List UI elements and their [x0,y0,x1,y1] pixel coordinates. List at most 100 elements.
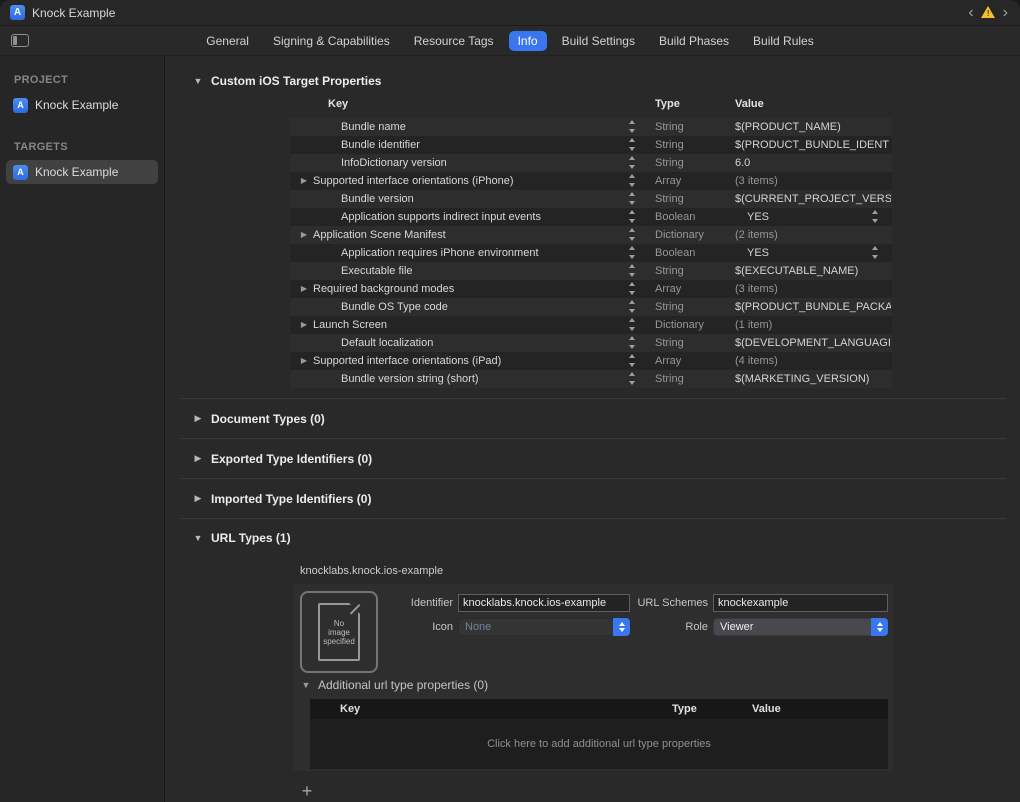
property-key[interactable]: Supported interface orientations (iPad) [313,352,501,370]
property-key[interactable]: Bundle version [341,190,414,208]
disclosure-closed-icon[interactable]: ▶ [299,172,309,190]
sidebar-item-project[interactable]: A Knock Example [6,93,158,117]
additional-properties-header[interactable]: ▼ Additional url type properties (0) [301,678,488,692]
property-value[interactable]: $(DEVELOPMENT_LANGUAGI [735,334,891,352]
property-key[interactable]: InfoDictionary version [341,154,447,172]
property-key[interactable]: Application supports indirect input even… [341,208,541,226]
property-key[interactable]: Bundle version string (short) [341,370,479,388]
property-value[interactable]: (2 items) [735,226,891,244]
section-document-types[interactable]: ▶ Document Types (0) [165,399,1020,438]
key-stepper-icon[interactable] [628,228,637,241]
property-key[interactable]: Default localization [341,334,433,352]
url-schemes-input[interactable] [713,594,888,612]
table-row[interactable]: Bundle version String $(CURRENT_PROJECT_… [290,190,892,208]
key-stepper-icon[interactable] [628,246,637,259]
forward-chevron-icon[interactable]: › [1003,6,1008,20]
property-type[interactable]: String [655,154,684,172]
tab-general[interactable]: General [197,31,258,51]
table-row[interactable]: Bundle OS Type code String $(PRODUCT_BUN… [290,298,892,316]
property-value[interactable]: $(PRODUCT_NAME) [735,118,891,136]
disclosure-open-icon[interactable]: ▼ [193,533,203,543]
property-value[interactable]: (1 item) [735,316,891,334]
table-row[interactable]: Bundle identifier String $(PRODUCT_BUNDL… [290,136,892,154]
section-imported-type-identifiers[interactable]: ▶ Imported Type Identifiers (0) [165,479,1020,518]
key-stepper-icon[interactable] [628,264,637,277]
property-value[interactable]: (3 items) [735,280,891,298]
property-key[interactable]: Application requires iPhone environment [341,244,539,262]
table-row[interactable]: ▶ Required background modes Array (3 ite… [290,280,892,298]
property-type[interactable]: String [655,298,684,316]
property-value[interactable]: $(MARKETING_VERSION) [735,370,891,388]
property-type[interactable]: Array [655,172,681,190]
table-row[interactable]: Default localization String $(DEVELOPMEN… [290,334,892,352]
tab-resource-tags[interactable]: Resource Tags [405,31,503,51]
disclosure-closed-icon[interactable]: ▶ [193,493,203,504]
key-stepper-icon[interactable] [628,174,637,187]
key-stepper-icon[interactable] [628,336,637,349]
property-key[interactable]: Required background modes [313,280,454,298]
property-type[interactable]: String [655,136,684,154]
property-type[interactable]: String [655,190,684,208]
key-stepper-icon[interactable] [628,300,637,313]
property-value[interactable]: (3 items) [735,172,891,190]
disclosure-closed-icon[interactable]: ▶ [299,316,309,334]
table-row[interactable]: ▶ Supported interface orientations (iPho… [290,172,892,190]
additional-properties-empty-area[interactable]: Click here to add additional url type pr… [310,719,888,769]
role-dropdown[interactable]: Viewer [713,618,888,636]
table-row[interactable]: Bundle name String $(PRODUCT_NAME) [290,118,892,136]
property-key[interactable]: Executable file [341,262,413,280]
property-type[interactable]: Dictionary [655,316,704,334]
key-stepper-icon[interactable] [628,192,637,205]
back-chevron-icon[interactable]: ‹ [968,6,973,20]
sidebar-toggle-icon[interactable] [11,34,29,47]
key-stepper-icon[interactable] [628,372,637,385]
table-row[interactable]: Bundle version string (short) String $(M… [290,370,892,388]
disclosure-open-icon[interactable]: ▼ [193,76,203,86]
key-stepper-icon[interactable] [628,210,637,223]
value-stepper-icon[interactable] [871,210,880,223]
key-stepper-icon[interactable] [628,282,637,295]
table-row[interactable]: Application requires iPhone environment … [290,244,892,262]
property-value[interactable]: 6.0 [735,154,891,172]
property-type[interactable]: String [655,118,684,136]
property-type[interactable]: Boolean [655,244,695,262]
property-key[interactable]: Application Scene Manifest [313,226,446,244]
property-type[interactable]: String [655,262,684,280]
property-type[interactable]: Dictionary [655,226,704,244]
section-custom-ios-target-properties[interactable]: ▼ Custom iOS Target Properties [193,68,1020,94]
table-row[interactable]: Application supports indirect input even… [290,208,892,226]
section-url-types[interactable]: ▼ URL Types (1) [193,525,1020,551]
section-exported-type-identifiers[interactable]: ▶ Exported Type Identifiers (0) [165,439,1020,478]
key-stepper-icon[interactable] [628,138,637,151]
warning-icon[interactable] [981,6,996,19]
property-type[interactable]: Array [655,352,681,370]
property-value[interactable]: $(PRODUCT_BUNDLE_IDENT [735,136,891,154]
disclosure-closed-icon[interactable]: ▶ [193,453,203,464]
disclosure-closed-icon[interactable]: ▶ [193,413,203,424]
property-value[interactable]: $(EXECUTABLE_NAME) [735,262,891,280]
value-stepper-icon[interactable] [871,246,880,259]
disclosure-open-icon[interactable]: ▼ [301,680,311,690]
property-type[interactable]: Array [655,280,681,298]
identifier-input[interactable] [458,594,630,612]
table-row[interactable]: ▶ Application Scene Manifest Dictionary … [290,226,892,244]
key-stepper-icon[interactable] [628,120,637,133]
tab-signing-capabilities[interactable]: Signing & Capabilities [264,31,399,51]
disclosure-closed-icon[interactable]: ▶ [299,352,309,370]
property-value[interactable]: $(CURRENT_PROJECT_VERS [735,190,891,208]
property-type[interactable]: Boolean [655,208,695,226]
disclosure-closed-icon[interactable]: ▶ [299,226,309,244]
property-key[interactable]: Bundle OS Type code [341,298,448,316]
property-key[interactable]: Supported interface orientations (iPhone… [313,172,514,190]
tab-build-rules[interactable]: Build Rules [744,31,823,51]
key-stepper-icon[interactable] [628,156,637,169]
key-stepper-icon[interactable] [628,318,637,331]
table-row[interactable]: ▶ Launch Screen Dictionary (1 item) [290,316,892,334]
tab-build-phases[interactable]: Build Phases [650,31,738,51]
key-stepper-icon[interactable] [628,354,637,367]
add-properties-hint[interactable]: Click here to add additional url type pr… [487,738,711,750]
property-type[interactable]: String [655,334,684,352]
property-value[interactable]: (4 items) [735,352,891,370]
property-value[interactable]: $(PRODUCT_BUNDLE_PACKA [735,298,891,316]
table-row[interactable]: Executable file String $(EXECUTABLE_NAME… [290,262,892,280]
